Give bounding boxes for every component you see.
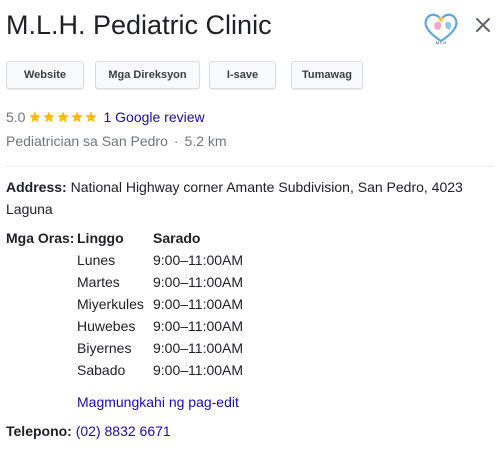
website-button[interactable]: Website [6, 61, 84, 89]
rating-row: 5.0 1 Google review [6, 108, 205, 126]
place-title: M.L.H. Pediatric Clinic [6, 10, 272, 40]
hours-day: Sabado [77, 362, 126, 378]
directions-button[interactable]: Mga Direksyon [95, 61, 200, 89]
clinic-logo-text: M.L.H [436, 40, 447, 45]
star-icon [85, 111, 98, 123]
divider [6, 166, 494, 167]
star-icon [71, 111, 84, 123]
close-icon[interactable] [472, 14, 494, 36]
hours-time: 9:00–11:00AM [153, 296, 244, 312]
reviews-link[interactable]: 1 Google review [103, 108, 204, 126]
distance: 5.2 km [184, 133, 227, 149]
hours-time: Sarado [153, 230, 201, 246]
hours-day: Biyernes [77, 340, 132, 356]
phone-number-link[interactable]: (02) 8832 6671 [76, 423, 171, 439]
hours-day: Huwebes [77, 318, 136, 334]
suggest-edit-link[interactable]: Magmungkahi ng pag-edit [77, 393, 239, 411]
hours-day: Miyerkules [77, 296, 144, 312]
place-category: Pediatrician sa San Pedro [6, 133, 168, 149]
address-row: Address: National Highway corner Amante … [6, 176, 476, 220]
hours-day: Lunes [77, 252, 116, 268]
hours-day: Linggo [77, 230, 124, 246]
phone-label: Telepono: [6, 423, 72, 439]
phone-row: Telepono: (02) 8832 6671 [6, 422, 171, 440]
hours-time: 9:00–11:00AM [153, 318, 244, 334]
hours-time: 9:00–11:00AM [153, 362, 244, 378]
star-icon [43, 111, 56, 123]
address-label: Address: [6, 179, 67, 195]
clinic-logo: M.L.H [424, 13, 458, 45]
star-icon [29, 111, 42, 123]
rating-stars [28, 110, 98, 124]
hours-label: Mga Oras: [6, 230, 75, 246]
hours-day: Martes [77, 274, 120, 290]
star-icon [57, 111, 70, 123]
address-value[interactable]: National Highway corner Amante Subdivisi… [6, 179, 463, 217]
hours-time: 9:00–11:00AM [153, 252, 244, 268]
save-button[interactable]: I-save [209, 61, 276, 89]
separator-dot: · [173, 133, 179, 149]
call-button[interactable]: Tumawag [291, 61, 363, 89]
hours-time: 9:00–11:00AM [153, 274, 244, 290]
rating-value: 5.0 [6, 109, 26, 125]
category-row: Pediatrician sa San Pedro · 5.2 km [6, 132, 227, 150]
hours-time: 9:00–11:00AM [153, 340, 244, 356]
